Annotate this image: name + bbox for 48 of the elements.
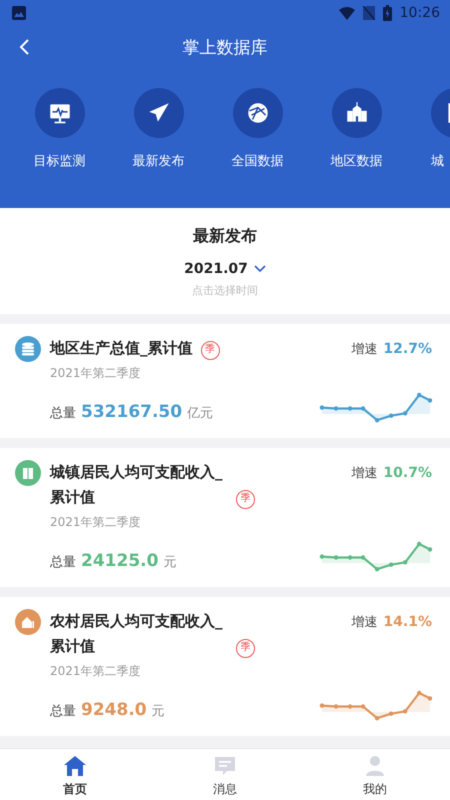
indicator-title: 地区生产总值_累计值 [50, 338, 192, 359]
battery-charging-icon [382, 5, 392, 21]
shortcut-item[interactable]: 地区数据 [307, 88, 406, 170]
shortcut-item[interactable]: 最新发布 [109, 88, 208, 170]
image-icon [12, 6, 26, 20]
buildings-icon [20, 465, 36, 481]
total-value: 532167.50 [81, 402, 182, 422]
growth-label: 增速 [351, 465, 378, 482]
unit-text: 元 [152, 703, 165, 720]
house-icon [20, 614, 36, 630]
quarter-badge: 季 [200, 340, 220, 360]
page-title: 掌上数据库 [182, 36, 268, 58]
unit-text: 亿元 [187, 405, 214, 422]
no-sim-icon [362, 6, 375, 20]
growth-label: 增速 [351, 341, 378, 358]
total-value: 24125.0 [81, 551, 158, 571]
chevron-down-icon [254, 265, 266, 273]
period-text: 2021年第二季度 [50, 514, 142, 531]
nav-tab[interactable]: 我的 [300, 749, 450, 800]
period-selector[interactable]: 2021.07 [184, 261, 266, 277]
section-title: 最新发布 [193, 226, 257, 247]
coin-stack-icon [20, 341, 36, 357]
nav-tab[interactable]: 首页 [0, 749, 150, 800]
indicator-title: 农村居民人均可支配收入_累计值 [50, 611, 224, 657]
period-text: 2021年第二季度 [50, 663, 142, 680]
shortcut-item[interactable]: 城 [406, 88, 450, 170]
growth-value: 10.7% [383, 465, 432, 481]
person-icon [363, 754, 387, 778]
total-label: 总量 [50, 703, 76, 720]
shortcut-item[interactable]: 全国数据 [208, 88, 307, 170]
quarter-badge: 季 [236, 638, 255, 658]
total-value: 9248.0 [81, 700, 147, 720]
clock-time: 10:26 [400, 5, 440, 21]
total-label: 总量 [50, 405, 76, 422]
wifi-icon [338, 6, 355, 20]
nav-tab[interactable]: 消息 [150, 749, 300, 800]
shortcut-item[interactable]: 目标监测 [10, 88, 109, 170]
period-text: 2021年第二季度 [50, 365, 142, 382]
unit-text: 元 [163, 554, 176, 571]
growth-value: 14.1% [383, 614, 432, 630]
growth-value: 12.7% [383, 341, 432, 357]
growth-label: 增速 [351, 614, 378, 631]
hint-text: 点击选择时间 [192, 283, 258, 298]
message-icon [213, 754, 237, 778]
home-icon [63, 754, 87, 778]
indicator-title: 城镇居民人均可支配收入_累计值 [50, 462, 224, 508]
total-label: 总量 [50, 554, 76, 571]
quarter-badge: 季 [236, 490, 255, 508]
